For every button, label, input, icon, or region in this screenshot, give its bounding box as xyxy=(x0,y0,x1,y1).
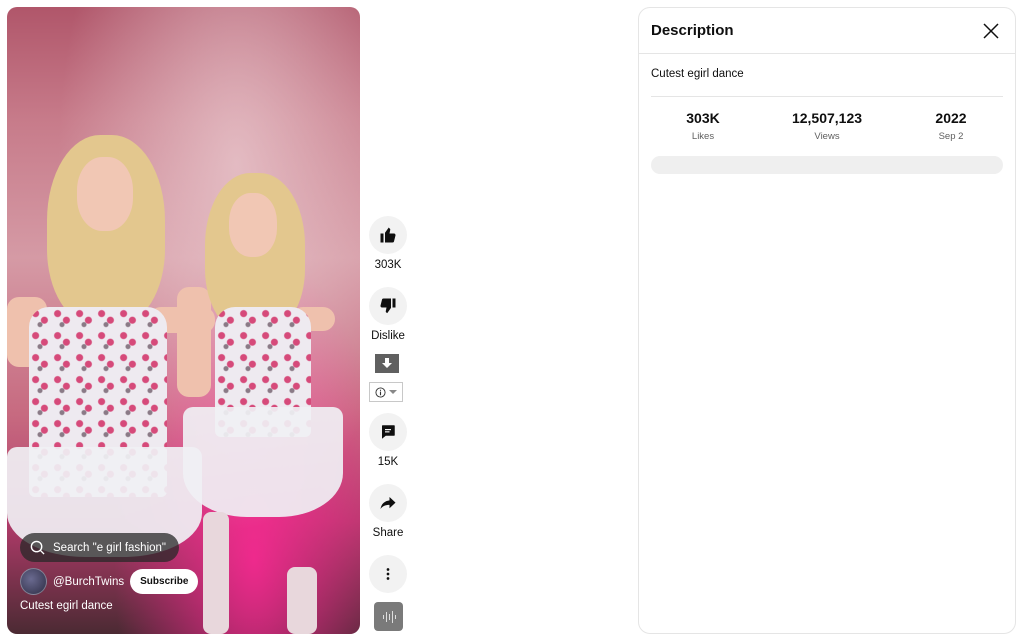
stat-value: 303K xyxy=(686,110,720,126)
stat-value: 12,507,123 xyxy=(791,110,863,126)
comment-count: 15K xyxy=(377,456,399,468)
comment-icon xyxy=(382,425,395,439)
info-dropdown[interactable] xyxy=(369,382,403,402)
stats-row: 303K Likes 12,507,123 Views 2022 Sep 2 xyxy=(651,96,1003,142)
download-icon xyxy=(382,357,392,368)
dislike-label: Dislike xyxy=(371,330,405,342)
stat-likes: 303K Likes xyxy=(651,110,755,142)
sound-thumbnail[interactable] xyxy=(374,602,403,631)
loading-placeholder-bar xyxy=(651,156,1003,174)
action-column-lower: 15K Share xyxy=(366,413,410,593)
action-column: 303K Dislike xyxy=(366,216,410,342)
thumb-down-icon xyxy=(380,298,396,314)
shorts-video-player[interactable]: Search "e girl fashion" @BurchTwins Subs… xyxy=(7,7,360,634)
stat-label: Sep 2 xyxy=(938,131,964,142)
stat-views: 12,507,123 Views xyxy=(775,110,879,142)
share-button[interactable] xyxy=(369,484,407,522)
download-button[interactable] xyxy=(375,354,399,373)
close-button[interactable] xyxy=(979,19,1003,43)
like-button[interactable] xyxy=(369,216,407,254)
chevron-down-icon xyxy=(389,390,397,394)
video-title[interactable]: Cutest egirl dance xyxy=(20,600,113,612)
comments-button[interactable] xyxy=(369,413,407,451)
close-icon xyxy=(983,22,999,39)
like-count: 303K xyxy=(374,259,402,271)
share-label: Share xyxy=(372,527,404,539)
channel-handle[interactable]: @BurchTwins xyxy=(53,576,124,588)
description-title: Description xyxy=(651,22,734,39)
description-header: Description xyxy=(639,8,1015,54)
more-vertical-icon xyxy=(386,568,390,580)
channel-row: @BurchTwins Subscribe xyxy=(20,568,199,595)
stat-date: 2022 Sep 2 xyxy=(899,110,1003,142)
more-options-button[interactable] xyxy=(369,555,407,593)
dislike-button[interactable] xyxy=(369,287,407,325)
share-icon xyxy=(380,497,396,509)
info-icon xyxy=(375,386,386,398)
search-suggestion-chip[interactable]: Search "e girl fashion" xyxy=(20,533,180,562)
channel-avatar[interactable] xyxy=(20,568,47,595)
stat-label: Likes xyxy=(691,131,715,142)
stat-label: Views xyxy=(814,131,840,142)
search-chip-label: Search "e girl fashion" xyxy=(53,541,167,554)
description-panel: Description Cutest egirl dance 303K Like… xyxy=(638,7,1016,634)
audio-waveform-icon xyxy=(382,610,396,623)
subscribe-button[interactable]: Subscribe xyxy=(130,569,199,594)
stat-value: 2022 xyxy=(935,110,967,126)
description-text: Cutest egirl dance xyxy=(651,68,744,80)
search-icon xyxy=(30,540,45,555)
thumb-up-icon xyxy=(380,227,396,243)
